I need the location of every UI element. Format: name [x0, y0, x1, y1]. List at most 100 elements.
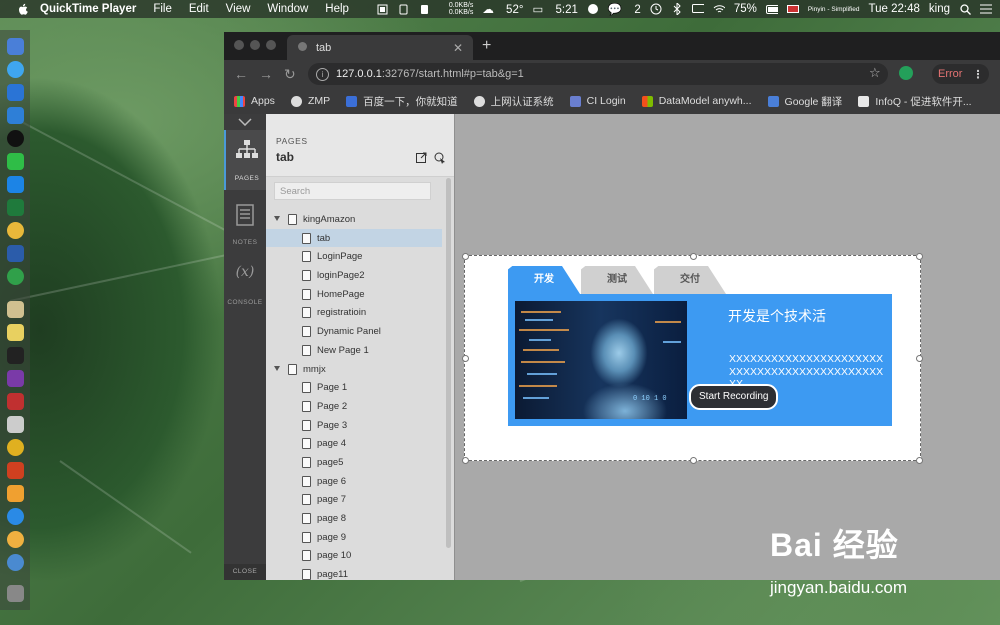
dock-app-icon[interactable]: [7, 176, 24, 193]
dock-word-icon[interactable]: [7, 245, 24, 262]
bookmark-star-icon[interactable]: ☆: [869, 65, 881, 81]
dock-notes-icon[interactable]: [7, 301, 24, 318]
extension-icon[interactable]: [899, 66, 913, 80]
dock-terminal-icon[interactable]: [7, 347, 24, 364]
forward-icon[interactable]: →: [259, 66, 273, 82]
tree-page[interactable]: Page 2: [266, 397, 442, 416]
search-icon[interactable]: [959, 3, 971, 15]
timer-status[interactable]: ▭ 5:21: [532, 2, 577, 16]
tree-page[interactable]: page 7: [266, 490, 442, 509]
dock-sketch-icon[interactable]: [7, 485, 24, 502]
browser-tab[interactable]: tab ✕: [287, 35, 473, 60]
tree-page[interactable]: page5: [266, 453, 442, 472]
menu-help[interactable]: Help: [325, 3, 349, 15]
bookmark-infoq[interactable]: InfoQ - 促进软件开...: [858, 94, 972, 109]
dock-excel-icon[interactable]: [7, 199, 24, 216]
reload-icon[interactable]: ↻: [284, 66, 296, 83]
dock-safari-icon[interactable]: [7, 61, 24, 78]
bird-icon[interactable]: [587, 3, 599, 15]
status-app-icon-3[interactable]: [419, 3, 431, 15]
resize-handle[interactable]: [690, 253, 697, 260]
menu-file[interactable]: File: [153, 3, 172, 15]
minimize-window-button[interactable]: [250, 40, 260, 50]
collapse-icon[interactable]: [224, 114, 266, 130]
resize-handle[interactable]: [916, 457, 923, 464]
tree-page[interactable]: page 9: [266, 528, 442, 547]
close-window-button[interactable]: [234, 40, 244, 50]
dock-evernote-icon[interactable]: [7, 268, 24, 285]
tab-test[interactable]: 测试: [581, 266, 653, 294]
battery-percent[interactable]: 75%: [734, 3, 757, 15]
open-external-icon[interactable]: [416, 152, 427, 163]
menu-edit[interactable]: Edit: [189, 3, 209, 15]
bookmark-datamodel[interactable]: DataModel anywh...: [641, 95, 752, 107]
menu-app-name[interactable]: QuickTime Player: [40, 3, 136, 15]
resize-handle[interactable]: [916, 355, 923, 362]
sidebar-notes-button[interactable]: NOTES: [224, 194, 266, 254]
dock-stickies-icon[interactable]: [7, 324, 24, 341]
resize-handle[interactable]: [462, 457, 469, 464]
tree-page[interactable]: tab: [266, 228, 442, 248]
menu-dots-icon[interactable]: ⋮: [972, 68, 983, 81]
dock-preview-icon[interactable]: [7, 84, 24, 101]
sidebar-close-button[interactable]: CLOSE: [224, 564, 266, 580]
dock-quicktime-icon[interactable]: [7, 554, 24, 571]
dock-app-icon-3[interactable]: [7, 416, 24, 433]
tree-page[interactable]: page 4: [266, 434, 442, 453]
address-bar[interactable]: i 127.0.0.1 :32767/start.html#p=tab&g=1: [308, 63, 888, 85]
bookmark-auth[interactable]: 上网认证系统: [473, 94, 554, 109]
dock-axure-icon[interactable]: [7, 370, 24, 387]
bookmark-zmp[interactable]: ZMP: [290, 95, 330, 107]
tab-close-icon[interactable]: ✕: [453, 41, 463, 55]
bookmark-ci-login[interactable]: CI Login: [569, 95, 626, 107]
pages-search-input[interactable]: Search: [274, 182, 431, 200]
dock-app-icon-5[interactable]: [7, 531, 24, 548]
tree-page[interactable]: page 8: [266, 509, 442, 528]
tree-page[interactable]: page11: [266, 565, 442, 580]
new-tab-button[interactable]: +: [482, 37, 491, 55]
status-app-icon-2[interactable]: [398, 3, 410, 15]
apple-icon[interactable]: [16, 2, 30, 16]
tree-folder[interactable]: kingAmazon: [266, 210, 442, 229]
info-icon[interactable]: i: [316, 67, 329, 81]
back-icon[interactable]: ←: [234, 66, 248, 82]
notification-center-icon[interactable]: [980, 3, 992, 15]
clock[interactable]: Tue 22:48: [869, 3, 920, 15]
expand-triangle-icon[interactable]: [274, 216, 280, 221]
tab-deliver[interactable]: 交付: [654, 266, 726, 294]
dock-trash-icon[interactable]: [7, 585, 24, 602]
tree-page[interactable]: page 6: [266, 472, 442, 491]
tree-page[interactable]: page 10: [266, 546, 442, 565]
dock-app-icon-4[interactable]: [7, 439, 24, 456]
start-recording-button[interactable]: Start Recording: [689, 384, 779, 410]
pages-scrollbar[interactable]: [446, 178, 451, 548]
dock-app-store-icon[interactable]: [7, 508, 24, 525]
input-method[interactable]: Pinyin - Simplified: [808, 6, 860, 13]
tree-page[interactable]: HomePage: [266, 285, 442, 304]
bluetooth-icon[interactable]: [671, 3, 683, 15]
tab-develop[interactable]: 开发: [508, 266, 580, 294]
dock-powerpoint-icon[interactable]: [7, 462, 24, 479]
bookmark-baidu[interactable]: 百度一下，你就知道: [346, 94, 458, 109]
bookmark-apps[interactable]: Apps: [234, 95, 275, 107]
time-machine-icon[interactable]: [650, 3, 662, 15]
hotspot-icon[interactable]: [434, 152, 445, 164]
status-app-icon-1[interactable]: [377, 3, 389, 15]
zoom-window-button[interactable]: [266, 40, 276, 50]
bookmark-google-translate[interactable]: Google 翻译: [767, 94, 842, 109]
user-name[interactable]: king: [929, 3, 950, 15]
tree-page[interactable]: Page 3: [266, 416, 442, 435]
flag-icon[interactable]: [786, 3, 799, 15]
dock-app-icon-2[interactable]: [7, 393, 24, 410]
tree-page[interactable]: New Page 1: [266, 341, 442, 360]
display-icon[interactable]: [691, 3, 704, 15]
resize-handle[interactable]: [462, 253, 469, 260]
resize-handle[interactable]: [462, 355, 469, 362]
weather-temperature[interactable]: ☁ 52°: [482, 2, 523, 16]
expand-triangle-icon[interactable]: [274, 365, 280, 371]
wifi-icon[interactable]: [713, 3, 725, 15]
dock-qq-icon[interactable]: [7, 130, 24, 147]
tree-page[interactable]: loginPage2: [266, 266, 442, 285]
tree-folder[interactable]: mmjx: [266, 360, 442, 379]
wechat-status[interactable]: 💬 2: [608, 2, 641, 16]
